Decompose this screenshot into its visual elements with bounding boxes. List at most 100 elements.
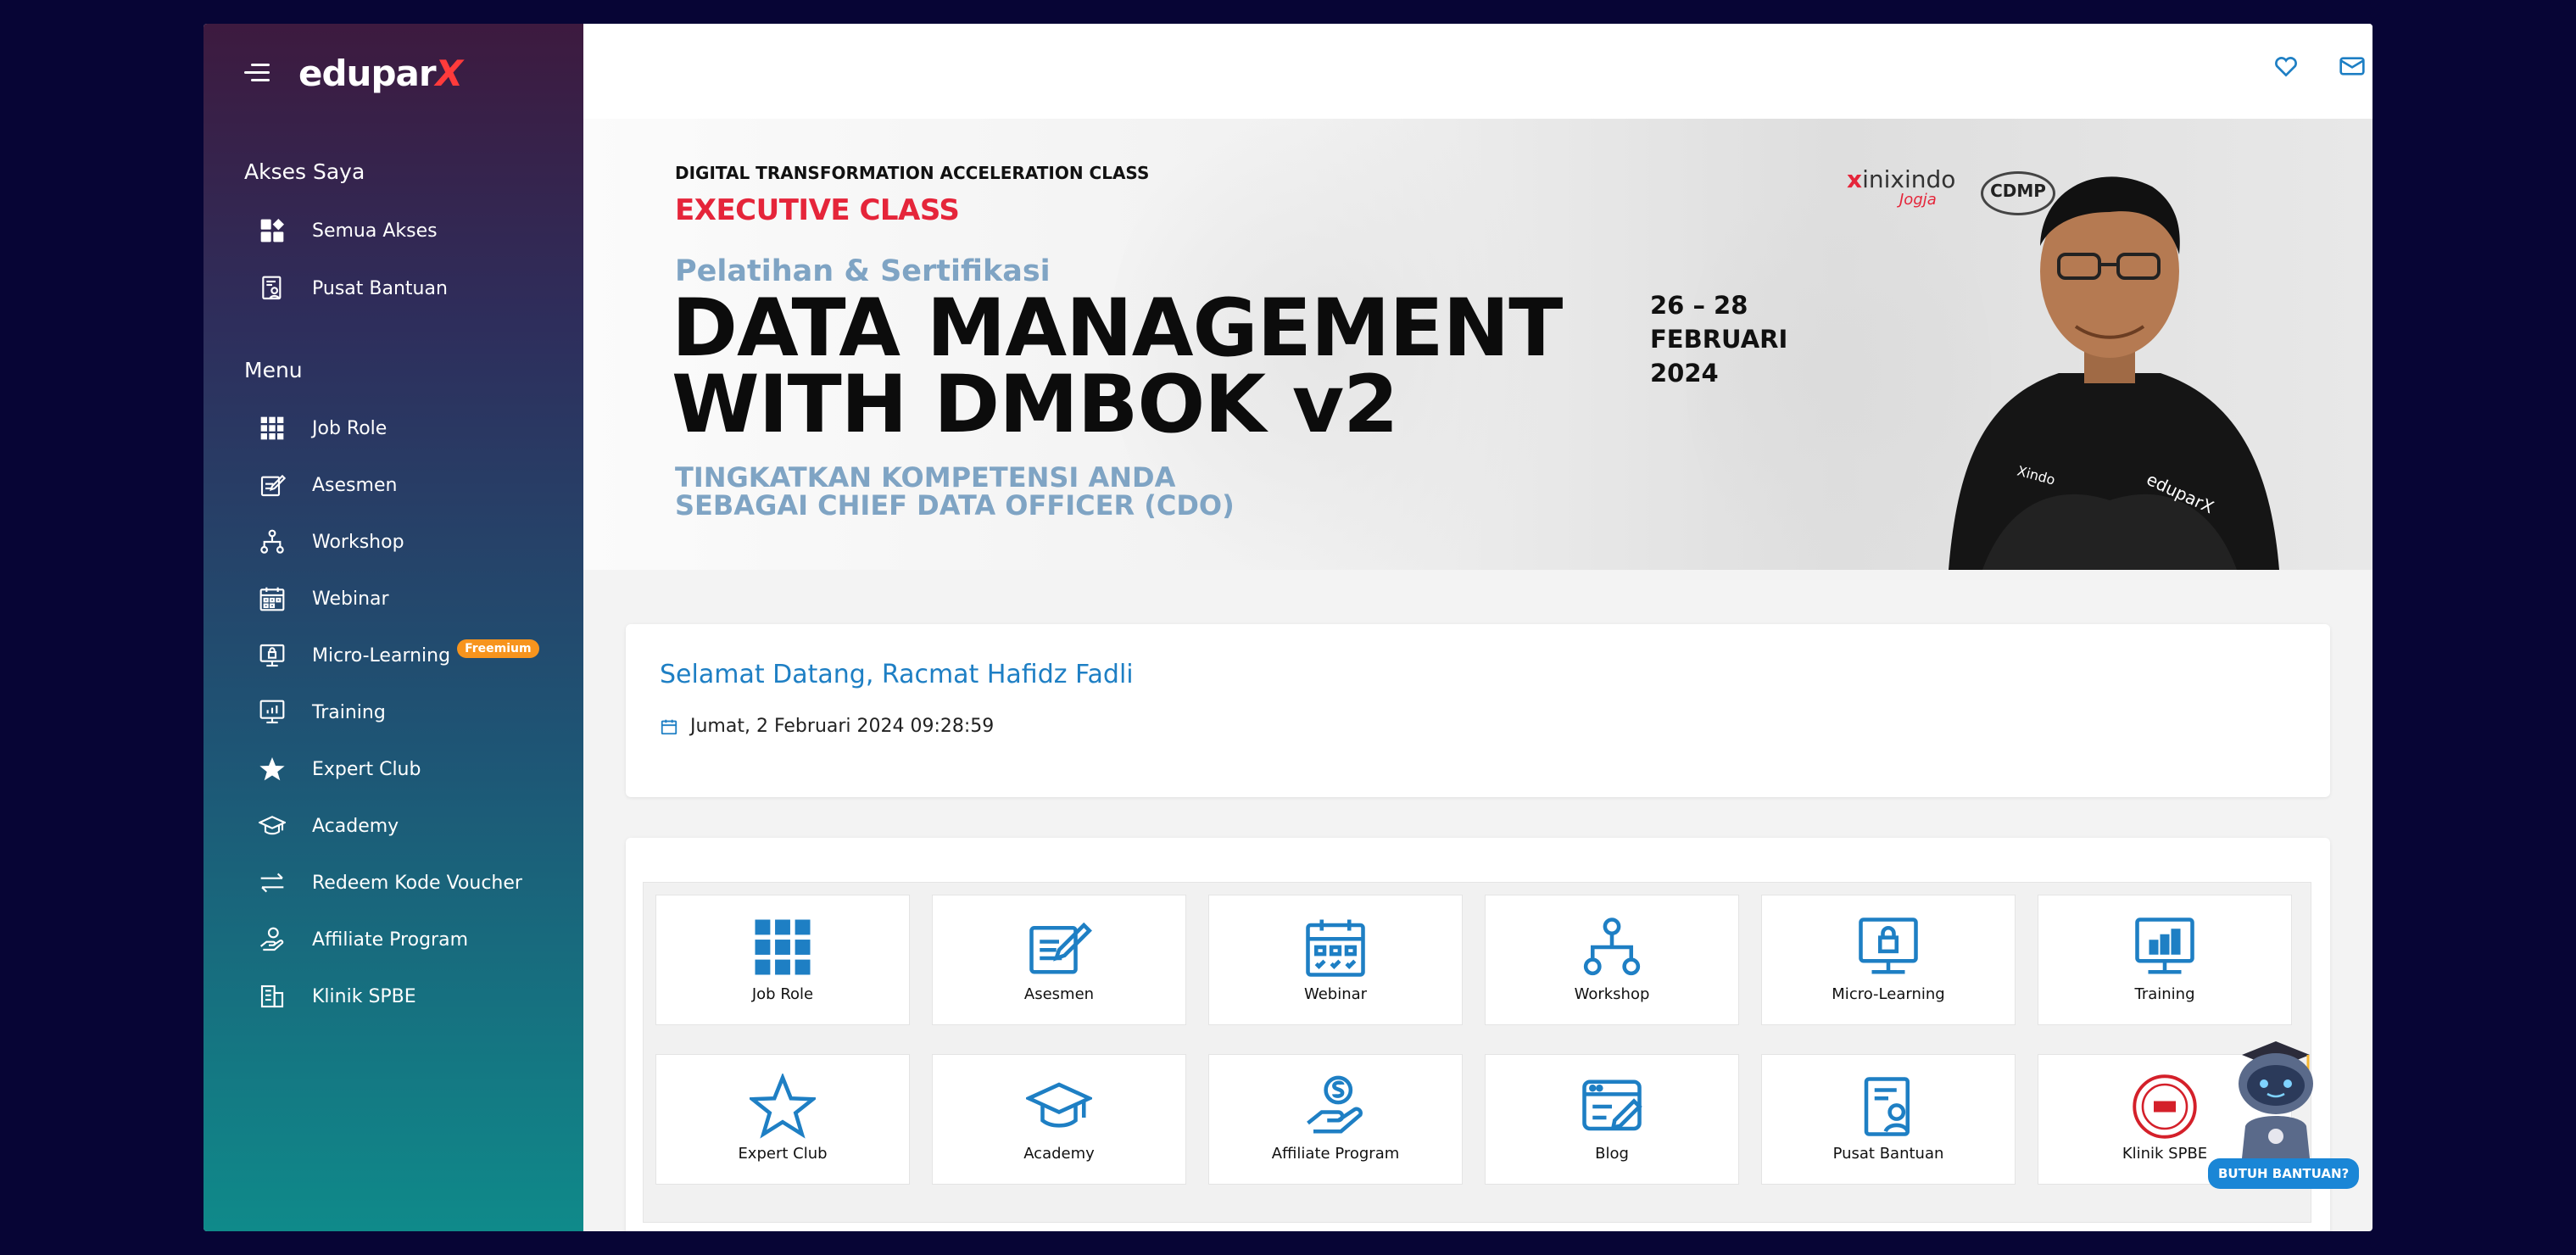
sidebar-item-label: Klinik SPBE (312, 985, 416, 1007)
wishlist-heart-icon[interactable] (2269, 49, 2303, 83)
tile-training[interactable]: Training (2038, 895, 2292, 1025)
welcome-datetime: Jumat, 2 Februari 2024 09:28:59 (660, 716, 994, 737)
help-document-icon (1864, 1077, 1910, 1136)
sidebar-item-semua-akses[interactable]: Semua Akses (258, 210, 438, 251)
money-hand-icon (258, 925, 287, 954)
sidebar-item-klinik-spbe[interactable]: Klinik SPBE (258, 976, 416, 1017)
sidebar-item-redeem-voucher[interactable]: Redeem Kode Voucher (258, 862, 522, 903)
tile-label: Workshop (1574, 985, 1650, 1003)
promo-banner[interactable]: DIGITAL TRANSFORMATION ACCELERATION CLAS… (583, 119, 2372, 570)
menu-toggle-icon[interactable] (244, 64, 270, 82)
sidebar-item-academy[interactable]: Academy (258, 806, 399, 846)
banner-kicker: DIGITAL TRANSFORMATION ACCELERATION CLAS… (675, 163, 1150, 183)
topbar: 83 1 (583, 24, 2372, 120)
tile-label: Training (2134, 985, 2195, 1003)
tile-affiliate-program[interactable]: Affiliate Program (1208, 1054, 1463, 1185)
graduation-cap-icon (258, 812, 287, 840)
brand: eduparX (244, 51, 463, 95)
sidebar-item-label: Academy (312, 815, 399, 837)
tile-label: Academy (1023, 1145, 1095, 1163)
sidebar-item-expert-club[interactable]: Expert Club (258, 749, 421, 789)
sidebar-item-training[interactable]: Training (258, 692, 386, 733)
tile-job-role[interactable]: Job Role (655, 895, 910, 1025)
app-window: eduparX Akses Saya Semua Akses Pusat Ban… (204, 24, 2372, 1231)
presentation-chart-icon (258, 698, 287, 727)
sidebar-item-label: Webinar (312, 588, 389, 610)
tile-expert-club[interactable]: Expert Club (655, 1054, 910, 1185)
sidebar-item-label: Training (312, 701, 386, 723)
sidebar-item-label: Semua Akses (312, 220, 438, 242)
monitor-lock-icon (1859, 918, 1918, 974)
edit-note-icon (1029, 922, 1092, 974)
sidebar-item-label: Job Role (312, 417, 388, 439)
calendar-icon (661, 719, 677, 734)
banner-title-line2: WITH DMBOK v2 (672, 359, 1399, 451)
mail-icon[interactable] (2335, 49, 2369, 83)
tile-webinar[interactable]: Webinar (1208, 895, 1463, 1025)
tile-label: Webinar (1303, 985, 1368, 1003)
tile-label: Blog (1595, 1145, 1629, 1163)
hierarchy-icon (1583, 918, 1641, 976)
money-hand-icon (1307, 1075, 1363, 1134)
building-icon (258, 982, 287, 1011)
sidebar-item-label: Affiliate Program (312, 929, 469, 951)
tile-label: Klinik SPBE (2122, 1145, 2208, 1163)
sidebar-item-workshop[interactable]: Workshop (258, 522, 404, 562)
presenter-photo: eduparX Xindo (1949, 176, 2279, 570)
help-document-icon (258, 274, 287, 303)
menu-heading: Menu (244, 358, 303, 382)
sidebar-item-micro-learning[interactable]: Micro-Learning Freemium (258, 635, 539, 676)
spbe-seal-icon (2133, 1074, 2197, 1139)
presentation-chart-icon (2135, 918, 2194, 974)
sidebar-item-label: Pusat Bantuan (312, 277, 448, 299)
tile-label: Asesmen (1023, 985, 1095, 1003)
banner-executive-class: EXECUTIVE CLASS (675, 193, 960, 227)
calendar-icon (258, 584, 287, 613)
quick-access-card: Job Role Asesmen Webinar Workshop Micro-… (626, 838, 2330, 1231)
tile-asesmen[interactable]: Asesmen (932, 895, 1186, 1025)
grid-icon (755, 919, 811, 975)
akses-saya-heading: Akses Saya (244, 159, 365, 184)
tile-label: Affiliate Program (1271, 1145, 1400, 1163)
star-icon (750, 1074, 816, 1139)
monitor-lock-icon (258, 641, 287, 670)
sidebar-item-pusat-bantuan[interactable]: Pusat Bantuan (258, 268, 448, 309)
tile-academy[interactable]: Academy (932, 1054, 1186, 1185)
tile-label: Expert Club (738, 1145, 828, 1163)
calendar-icon (1306, 919, 1365, 977)
logo[interactable]: eduparX (298, 53, 463, 94)
graduation-cap-icon (1026, 1082, 1092, 1128)
tile-workshop[interactable]: Workshop (1485, 895, 1739, 1025)
sidebar-item-job-role[interactable]: Job Role (258, 408, 387, 449)
sidebar-item-affiliate-program[interactable]: Affiliate Program (258, 919, 468, 960)
tile-label: Micro-Learning (1832, 985, 1945, 1003)
sidebar-item-label: Asesmen (312, 474, 398, 496)
sidebar: eduparX Akses Saya Semua Akses Pusat Ban… (204, 24, 583, 1231)
banner-date: 26 – 28 FEBRUARI 2024 (1650, 291, 1788, 388)
welcome-card: Selamat Datang, Racmat Hafidz Fadli Juma… (626, 624, 2330, 797)
help-button[interactable]: BUTUH BANTUAN? (2208, 1158, 2360, 1189)
star-icon (258, 755, 287, 784)
tile-micro-learning[interactable]: Micro-Learning (1761, 895, 2016, 1025)
edit-note-icon (258, 471, 287, 499)
tile-blog[interactable]: Blog (1485, 1054, 1739, 1185)
welcome-title: Selamat Datang, Racmat Hafidz Fadli (660, 660, 1134, 689)
sidebar-item-label: Workshop (312, 531, 404, 553)
tile-label: Job Role (751, 985, 814, 1003)
blog-icon (1582, 1079, 1642, 1131)
sidebar-item-label: Expert Club (312, 758, 421, 780)
sidebar-item-asesmen[interactable]: Asesmen (258, 465, 397, 505)
sidebar-item-label: Micro-Learning (312, 644, 451, 667)
banner-title-line1: DATA MANAGEMENT (672, 282, 1563, 375)
banner-subtitle-line2: SEBAGAI CHIEF DATA OFFICER (CDO) (675, 489, 1235, 522)
freemium-badge: Freemium (457, 639, 539, 658)
quick-access-grid: Job Role Asesmen Webinar Workshop Micro-… (643, 882, 2311, 1223)
tile-pusat-bantuan[interactable]: Pusat Bantuan (1761, 1054, 2016, 1185)
sidebar-item-webinar[interactable]: Webinar (258, 578, 389, 619)
grid-icon (258, 414, 287, 443)
exchange-icon (258, 868, 287, 897)
hierarchy-icon (258, 527, 287, 556)
tile-label: Pusat Bantuan (1832, 1145, 1944, 1163)
sidebar-item-label: Redeem Kode Voucher (312, 872, 522, 894)
grid-apps-icon (258, 216, 287, 245)
